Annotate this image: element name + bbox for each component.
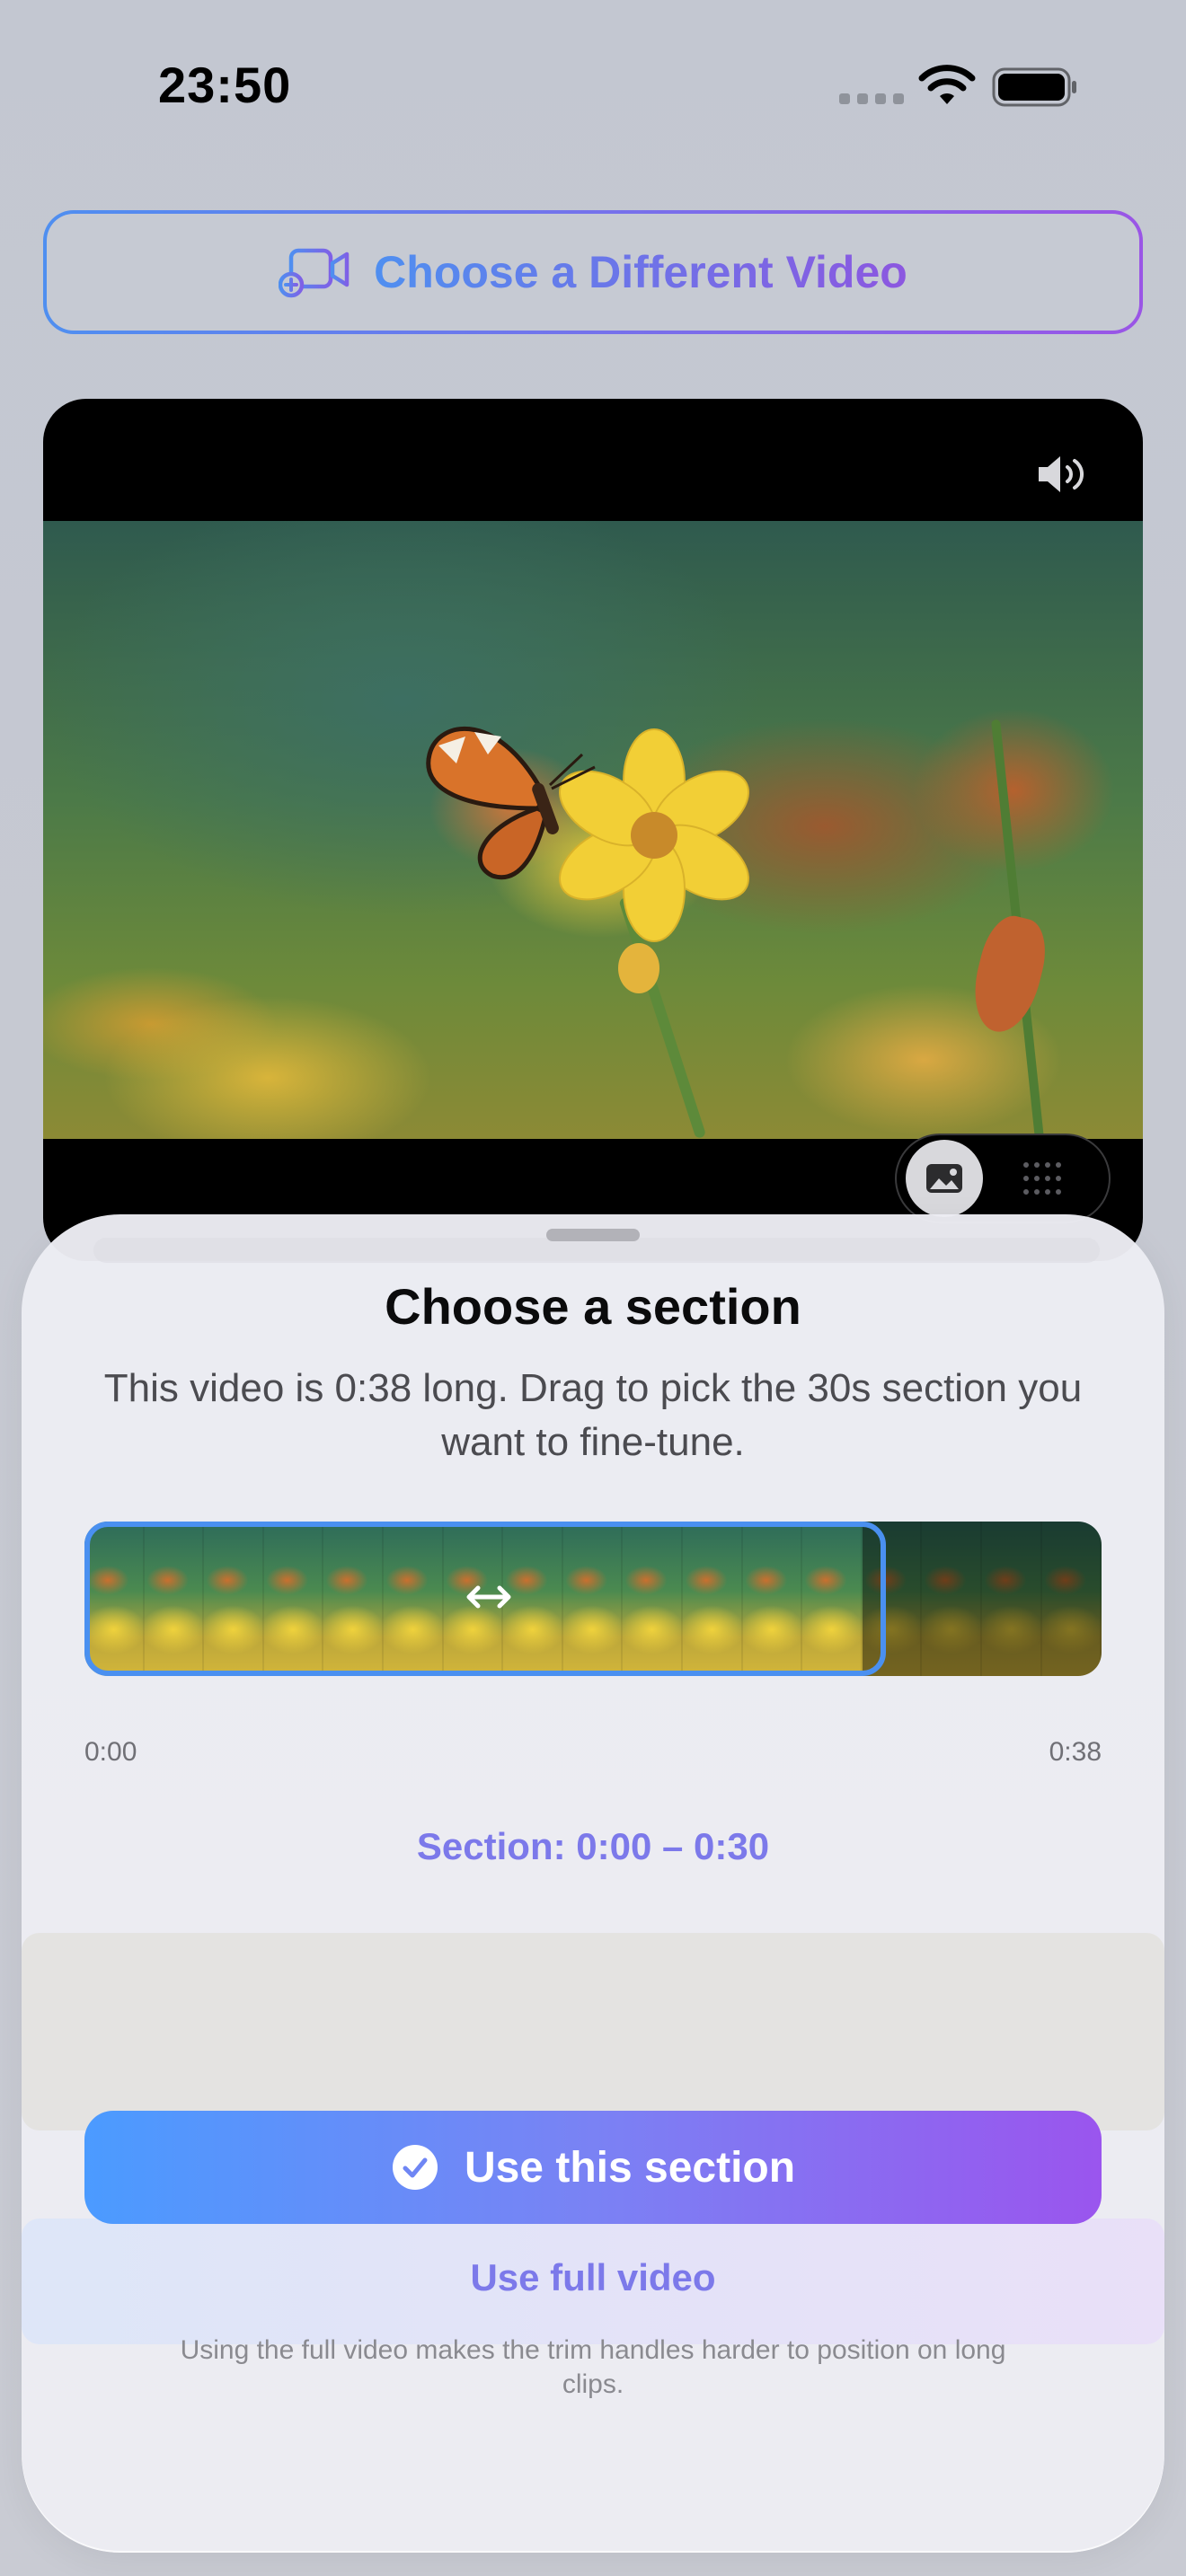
use-full-video-button[interactable]: Use full video [22, 2256, 1164, 2299]
video-plus-icon [279, 248, 350, 298]
photo-button[interactable] [906, 1140, 983, 1217]
status-time: 23:50 [158, 57, 292, 113]
timeline-start-time: 0:00 [84, 1737, 137, 1767]
wifi-icon [918, 65, 976, 104]
battery-icon [992, 67, 1076, 107]
filmstrip-frame [1041, 1522, 1102, 1676]
video-player[interactable] [43, 399, 1143, 1261]
checkmark-circle-icon [392, 2145, 438, 2190]
video-frame [43, 521, 1143, 1150]
choose-different-video-button[interactable]: Choose a Different Video [43, 210, 1143, 334]
sheet-title: Choose a section [385, 1278, 801, 1335]
use-section-label: Use this section [464, 2143, 796, 2192]
filmstrip-frame [922, 1522, 982, 1676]
sheet-grabber[interactable] [546, 1229, 640, 1241]
cellular-signal-icon [839, 93, 904, 104]
choose-section-sheet: Choose a section This video is 0:38 long… [22, 1214, 1164, 2553]
grid-icon[interactable] [1019, 1158, 1069, 1199]
volume-icon[interactable] [1035, 453, 1089, 496]
choose-video-label: Choose a Different Video [374, 247, 907, 297]
timeline-end-time: 0:38 [1049, 1737, 1102, 1767]
flower-bud [618, 943, 659, 993]
filmstrip-frame [981, 1522, 1042, 1676]
use-this-section-button[interactable]: Use this section [84, 2111, 1102, 2224]
section-range-label: Section: 0:00 – 0:30 [416, 1825, 770, 1867]
media-controls [895, 1134, 1111, 1223]
flower-bud [964, 910, 1054, 1039]
status-bar: 23:50 [0, 0, 1186, 171]
photo-icon [926, 1164, 962, 1193]
butterfly [426, 727, 596, 880]
sheet-description: This video is 0:38 long. Drag to pick th… [103, 1366, 1083, 1464]
footnote: Using the full video makes the trim hand… [180, 2335, 1006, 2399]
resize-horizontal-icon[interactable] [464, 1577, 514, 1617]
